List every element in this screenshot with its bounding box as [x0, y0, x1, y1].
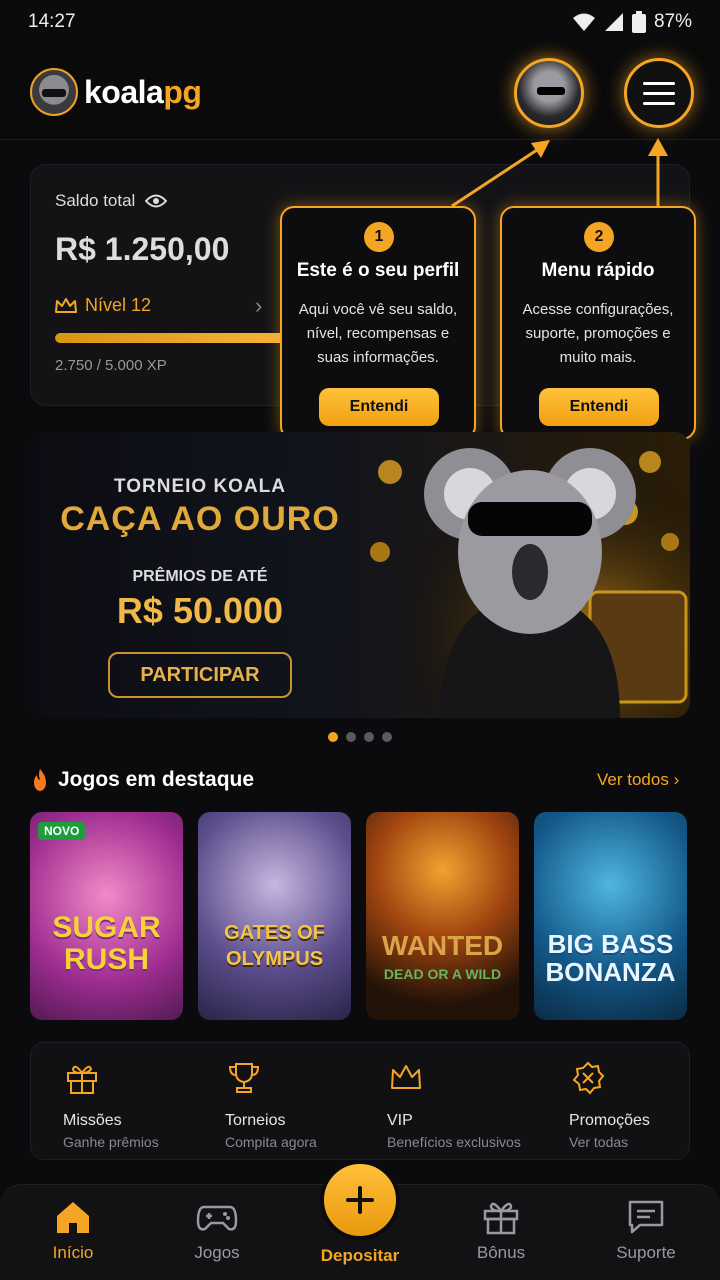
carousel-dots — [0, 732, 720, 742]
wifi-icon — [572, 13, 595, 31]
battery-icon — [631, 11, 646, 33]
banner-title: CAÇA AO OURO — [60, 500, 340, 538]
promo-badge-icon — [572, 1061, 605, 1095]
profile-tooltip: 1 Este é o seu perfil Aqui você vê seu s… — [280, 206, 476, 440]
nav-support[interactable]: Suporte — [586, 1199, 706, 1263]
game-title: GATES OF OLYMPUS — [224, 922, 325, 970]
tooltip-title: Menu rápido — [541, 260, 655, 281]
game-title: SUGAR RUSH — [52, 911, 161, 976]
avatar-image — [537, 87, 565, 95]
app-header: koalapg — [0, 44, 720, 140]
gift-icon — [67, 1065, 97, 1094]
menu-tooltip: 2 Menu rápido Acesse configurações, supo… — [500, 206, 696, 440]
koala-logo-icon — [30, 68, 78, 116]
chat-support-icon — [628, 1200, 664, 1234]
game-card-big-bass-bonanza[interactable]: BIG BASS BONANZA — [534, 812, 687, 1020]
signal-icon — [604, 13, 623, 31]
quick-links: Missões Ganhe prêmios Torneios Compita a… — [30, 1042, 690, 1160]
got-it-button[interactable]: Entendi — [539, 388, 659, 426]
profile-avatar-button[interactable] — [514, 58, 584, 128]
carousel-dot[interactable] — [346, 732, 356, 742]
gamepad-icon — [196, 1205, 238, 1231]
quick-link-tournaments[interactable]: Torneios Compita agora — [225, 1061, 317, 1150]
game-card-wanted[interactable]: WANTED DEAD OR A WILD — [366, 812, 519, 1020]
game-card-gates-of-olympus[interactable]: GATES OF OLYMPUS — [198, 812, 351, 1020]
step-number: 2 — [584, 222, 614, 252]
tooltip-body: Aqui você vê seu saldo, nível, recompens… — [298, 301, 458, 366]
nav-bonus[interactable]: Bônus — [441, 1199, 561, 1263]
game-card-sugar-rush[interactable]: NOVO SUGAR RUSH — [30, 812, 183, 1020]
battery-percent: 87% — [653, 11, 692, 32]
step-number: 1 — [364, 222, 394, 252]
banner-kicker: TORNEIO KOALA — [113, 476, 287, 497]
banner-prize: R$ 50.000 — [116, 590, 284, 631]
tournament-banner[interactable]: TORNEIO KOALA CAÇA AO OURO PRÊMIOS DE AT… — [30, 432, 690, 718]
xp-progress-fill — [55, 333, 286, 343]
game-title: BIG BASS BONANZA — [545, 929, 676, 987]
quick-link-promotions[interactable]: Promoções Ver todas — [569, 1061, 650, 1150]
nav-home[interactable]: Início — [13, 1199, 133, 1263]
gift-icon — [483, 1202, 519, 1235]
xp-text: 2.750 / 5.000 XP — [55, 357, 167, 374]
quick-link-vip[interactable]: VIP Benefícios exclusivos — [387, 1061, 521, 1150]
crown-icon — [391, 1065, 421, 1089]
carousel-dot[interactable] — [364, 732, 374, 742]
home-icon — [57, 1202, 89, 1233]
fire-icon — [34, 769, 46, 791]
brand-logo[interactable]: koalapg — [30, 68, 202, 116]
carousel-dot[interactable] — [328, 732, 338, 742]
level-label: Nível 12 — [85, 295, 152, 315]
tooltip-body: Acesse configurações, suporte, promoções… — [522, 301, 674, 366]
balance-value: R$ 1.250,00 — [55, 231, 230, 267]
deposit-button[interactable] — [320, 1160, 400, 1240]
plus-icon — [346, 1186, 374, 1214]
koala-mascot-image — [350, 432, 690, 718]
nav-games[interactable]: Jogos — [157, 1199, 277, 1263]
new-badge: NOVO — [38, 822, 86, 840]
got-it-button[interactable]: Entendi — [319, 388, 439, 426]
quick-link-missions[interactable]: Missões Ganhe prêmios — [63, 1061, 159, 1150]
game-subtitle: DEAD OR A WILD — [383, 966, 502, 982]
balance-label-row: Saldo total — [55, 191, 168, 211]
see-all-link[interactable]: Ver todos › — [597, 770, 679, 790]
carousel-dot[interactable] — [382, 732, 392, 742]
crown-icon — [55, 297, 77, 313]
brand-name: koalapg — [84, 73, 202, 110]
featured-section-title: Jogos em destaque — [30, 768, 254, 792]
hamburger-menu-button[interactable] — [624, 58, 694, 128]
level-row[interactable]: Nível 12 — [55, 295, 151, 316]
banner-subtitle: PRÊMIOS DE ATÉ — [132, 568, 268, 585]
chevron-right-icon[interactable]: › — [255, 293, 262, 319]
tooltip-title: Este é o seu perfil — [296, 260, 460, 281]
participate-button[interactable]: PARTICIPAR — [108, 652, 292, 698]
chevron-right-icon: › — [673, 770, 680, 789]
menu-icon — [643, 81, 675, 85]
status-bar: 14:27 87% — [0, 0, 720, 44]
eye-icon[interactable] — [145, 194, 168, 208]
game-title: WANTED — [381, 930, 504, 961]
trophy-icon — [228, 1063, 260, 1093]
games-row: NOVO SUGAR RUSH GATES OF OLYMPUS WANTED … — [30, 812, 690, 1020]
nav-deposit-label[interactable]: Depositar — [300, 1246, 420, 1266]
status-icons: 87% — [572, 11, 692, 33]
status-time: 14:27 — [28, 11, 76, 32]
